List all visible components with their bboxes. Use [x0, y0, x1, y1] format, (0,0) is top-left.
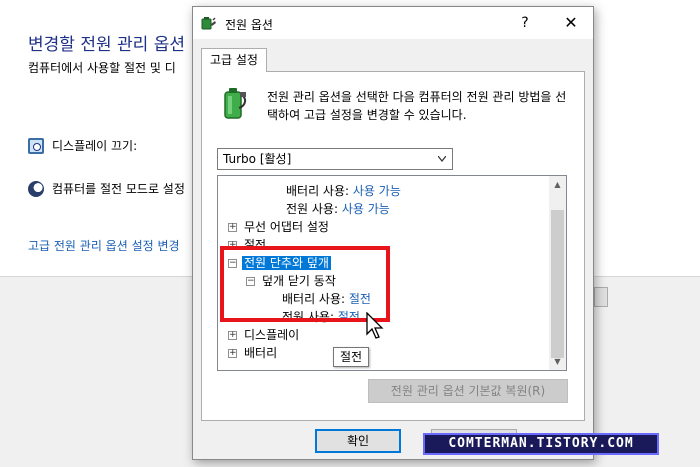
expand-plus-icon[interactable]: +	[228, 331, 237, 340]
chevron-down-icon	[438, 156, 446, 162]
bg-advanced-settings-link[interactable]: 고급 전원 관리 옵션 설정 변경	[28, 237, 180, 254]
help-button[interactable]: ?	[515, 13, 535, 33]
bg-sleep-row: 컴퓨터를 절전 모드로 설정	[28, 180, 185, 197]
tree-item-battery[interactable]: 배터리	[244, 344, 277, 362]
expand-plus-icon[interactable]: +	[228, 349, 237, 358]
scrollbar-thumb[interactable]	[551, 210, 564, 358]
dialog-description: 전원 관리 옵션을 선택한 다음 컴퓨터의 전원 관리 방법을 선택하여 고급 …	[267, 90, 567, 122]
power-plan-select[interactable]: Turbo [활성]	[217, 148, 453, 170]
tree-row-plugged-use[interactable]: 전원 사용: 사용 가능	[286, 200, 390, 218]
restore-defaults-button[interactable]: 전원 관리 옵션 기본값 복원(R)	[368, 379, 568, 403]
close-button[interactable]: ✕	[561, 13, 581, 33]
bg-button-stub[interactable]	[594, 287, 608, 307]
tree-scrollbar[interactable]: ▲ ▼	[549, 176, 566, 370]
bg-display-off-row: 디스플레이 끄기:	[28, 137, 137, 154]
bg-sleep-label: 컴퓨터를 절전 모드로 설정	[52, 182, 185, 196]
ok-button[interactable]: 확인	[315, 429, 401, 453]
site-watermark: COMTERMAN.TISTORY.COM	[423, 433, 659, 455]
bg-page-title: 변경할 전원 관리 옵션	[28, 35, 185, 55]
dialog-title: 전원 옵션	[225, 18, 273, 32]
battery-plug-icon	[224, 88, 247, 119]
scroll-up-icon[interactable]: ▲	[549, 176, 566, 193]
scroll-down-icon[interactable]: ▼	[549, 353, 566, 370]
annotation-highlight-box	[220, 246, 390, 322]
moon-icon	[28, 180, 44, 197]
tree-row-battery-use[interactable]: 배터리 사용: 사용 가능	[286, 182, 401, 200]
power-plan-selected: Turbo [활성]	[223, 152, 292, 166]
tree-item-wireless[interactable]: 무선 어댑터 설정	[244, 218, 329, 236]
expand-plus-icon[interactable]: +	[228, 223, 237, 232]
mouse-cursor-icon	[366, 312, 384, 339]
dialog-titlebar[interactable]: 전원 옵션 ? ✕	[193, 7, 593, 39]
monitor-clock-icon	[28, 137, 44, 154]
tab-advanced-settings[interactable]: 고급 설정	[201, 48, 267, 72]
power-options-icon	[201, 17, 216, 30]
tree-row-label: 배터리 사용:	[286, 184, 350, 198]
bg-display-off-label: 디스플레이 끄기:	[52, 139, 138, 153]
bg-page-subtitle: 컴퓨터에서 사용할 절전 및 디	[28, 61, 176, 75]
value-tooltip: 절전	[333, 347, 369, 367]
tree-row-label: 전원 사용:	[286, 202, 339, 216]
tree-row-value[interactable]: 사용 가능	[342, 202, 390, 216]
power-options-dialog: 전원 옵션 ? ✕ 고급 설정 전원 관리 옵션을 선택한 다음 컴퓨터의 전원…	[192, 6, 594, 460]
tree-row-value[interactable]: 사용 가능	[353, 184, 401, 198]
tree-item-display[interactable]: 디스플레이	[244, 326, 299, 344]
